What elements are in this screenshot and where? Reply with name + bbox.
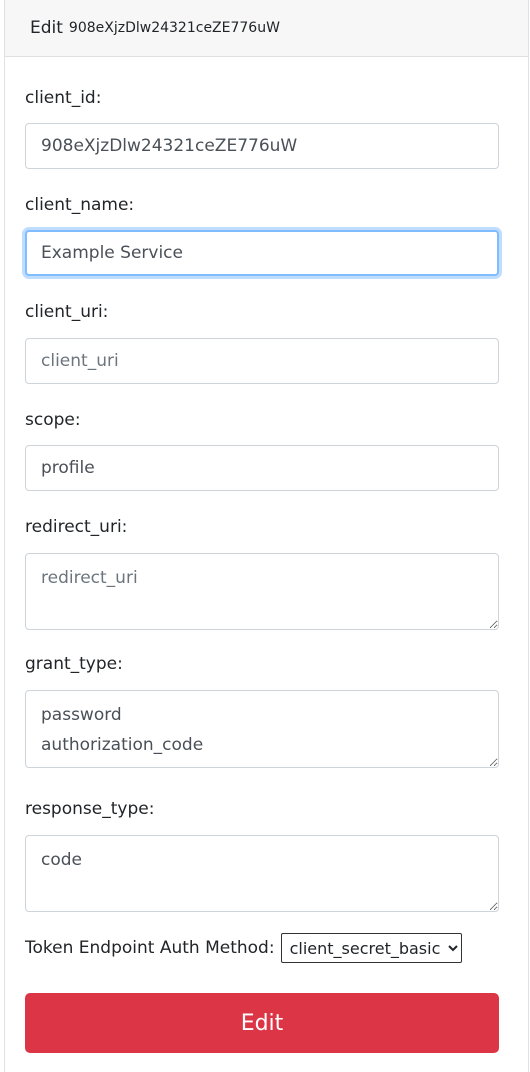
client-id-label: client_id:: [25, 88, 102, 108]
client-uri-label: client_uri:: [25, 302, 109, 322]
scope-label: scope:: [25, 410, 81, 430]
redirect-uri-textarea[interactable]: [25, 553, 499, 630]
client-name-label: client_name:: [25, 195, 135, 215]
page-title: Edit: [30, 18, 63, 38]
grant-type-label: grant_type:: [25, 654, 123, 674]
response-type-textarea[interactable]: [25, 835, 499, 912]
redirect-uri-label: redirect_uri:: [25, 517, 128, 537]
token-endpoint-auth-method-label: Token Endpoint Auth Method:: [25, 938, 275, 958]
token-endpoint-auth-method-row: Token Endpoint Auth Method: client_secre…: [25, 932, 462, 964]
client-uri-input[interactable]: [25, 338, 499, 384]
card-header: Edit 908eXjzDlw24321ceZE776uW: [5, 0, 528, 57]
response-type-label: response_type:: [25, 799, 155, 819]
token-endpoint-auth-method-select[interactable]: client_secret_basic: [280, 933, 462, 963]
client-name-input[interactable]: [25, 230, 499, 276]
grant-type-textarea[interactable]: [25, 690, 499, 768]
client-id-input[interactable]: [25, 123, 499, 169]
scope-input[interactable]: [25, 445, 499, 491]
client-id-title: 908eXjzDlw24321ceZE776uW: [68, 20, 280, 36]
edit-button[interactable]: Edit: [25, 993, 499, 1053]
